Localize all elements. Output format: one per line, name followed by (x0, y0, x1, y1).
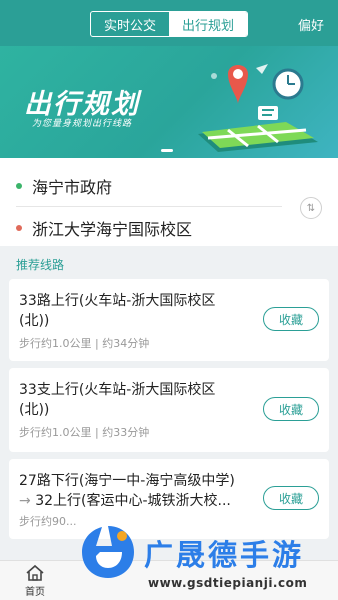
route-meta: 步行约1.0公里 | 约34分钟 (19, 337, 150, 350)
promo-banner[interactable]: 出行规划 为您量身规划出行线路 (0, 46, 338, 158)
route-title: 33路上行(火车站-浙大国际校区 (北)) (19, 291, 255, 331)
destination-field[interactable]: 浙江大学海宁国际校区 (16, 208, 286, 248)
origin-text: 海宁市政府 (32, 178, 113, 197)
route-line-1: 33路上行(火车站-浙大国际校区 (19, 293, 216, 309)
route-line-2-text: 32上行(客运中心-城铁浙大校... (35, 493, 231, 509)
map-illustration (198, 64, 318, 152)
destination-text: 浙江大学海宁国际校区 (32, 220, 193, 239)
preference-link[interactable]: 偏好 (298, 15, 324, 34)
favorite-button[interactable]: 收藏 (263, 307, 319, 331)
carousel-indicator (161, 149, 173, 152)
favorite-button[interactable]: 收藏 (263, 397, 319, 421)
route-line-1: 33支上行(火车站-浙大国际校区 (19, 382, 216, 398)
origin-field[interactable]: 海宁市政府 (16, 166, 286, 206)
home-icon (26, 564, 44, 581)
tab-trip-planning[interactable]: 出行规划 (169, 12, 247, 36)
input-divider (16, 206, 282, 207)
watermark-url: www.gsdtiepianji.com (148, 576, 308, 590)
transfer-arrow-icon: → (19, 493, 31, 509)
mode-switch: 实时公交 出行规划 (90, 11, 248, 37)
route-title: 27路下行(海宁一中-海宁高级中学) → 32上行(客运中心-城铁浙大校... (19, 471, 255, 511)
watermark: 广晟德手游 www.gsdtiepianji.com (78, 518, 338, 600)
route-card-2[interactable]: 33支上行(火车站-浙大国际校区 (北)) 步行约1.0公里 | 约33分钟 收… (9, 368, 329, 452)
route-meta: 步行约90... (19, 515, 77, 528)
tab-realtime-bus[interactable]: 实时公交 (91, 12, 169, 36)
tab-home[interactable]: 首页 (0, 561, 70, 600)
route-card-1[interactable]: 33路上行(火车站-浙大国际校区 (北)) 步行约1.0公里 | 约34分钟 收… (9, 279, 329, 361)
route-input-card: 海宁市政府 浙江大学海宁国际校区 (0, 158, 338, 246)
banner-subtitle: 为您量身规划出行线路 (32, 119, 133, 129)
destination-dot-icon (16, 225, 22, 231)
route-line-1: 27路下行(海宁一中-海宁高级中学) (19, 473, 235, 489)
top-header: 实时公交 出行规划 偏好 (0, 0, 338, 46)
route-meta: 步行约1.0公里 | 约33分钟 (19, 426, 150, 439)
route-title: 33支上行(火车站-浙大国际校区 (北)) (19, 380, 255, 420)
favorite-button[interactable]: 收藏 (263, 486, 319, 510)
section-title: 推荐线路 (16, 258, 65, 272)
route-line-2: (北)) (19, 402, 50, 418)
watermark-name: 广晟德手游 (144, 538, 305, 572)
origin-dot-icon (16, 183, 22, 189)
swap-icon[interactable]: ⇅ (300, 197, 322, 219)
route-line-2: → 32上行(客运中心-城铁浙大校... (19, 491, 255, 511)
route-line-2: (北)) (19, 313, 50, 329)
tab-home-label: 首页 (25, 587, 45, 598)
watermark-logo-icon (82, 526, 134, 578)
